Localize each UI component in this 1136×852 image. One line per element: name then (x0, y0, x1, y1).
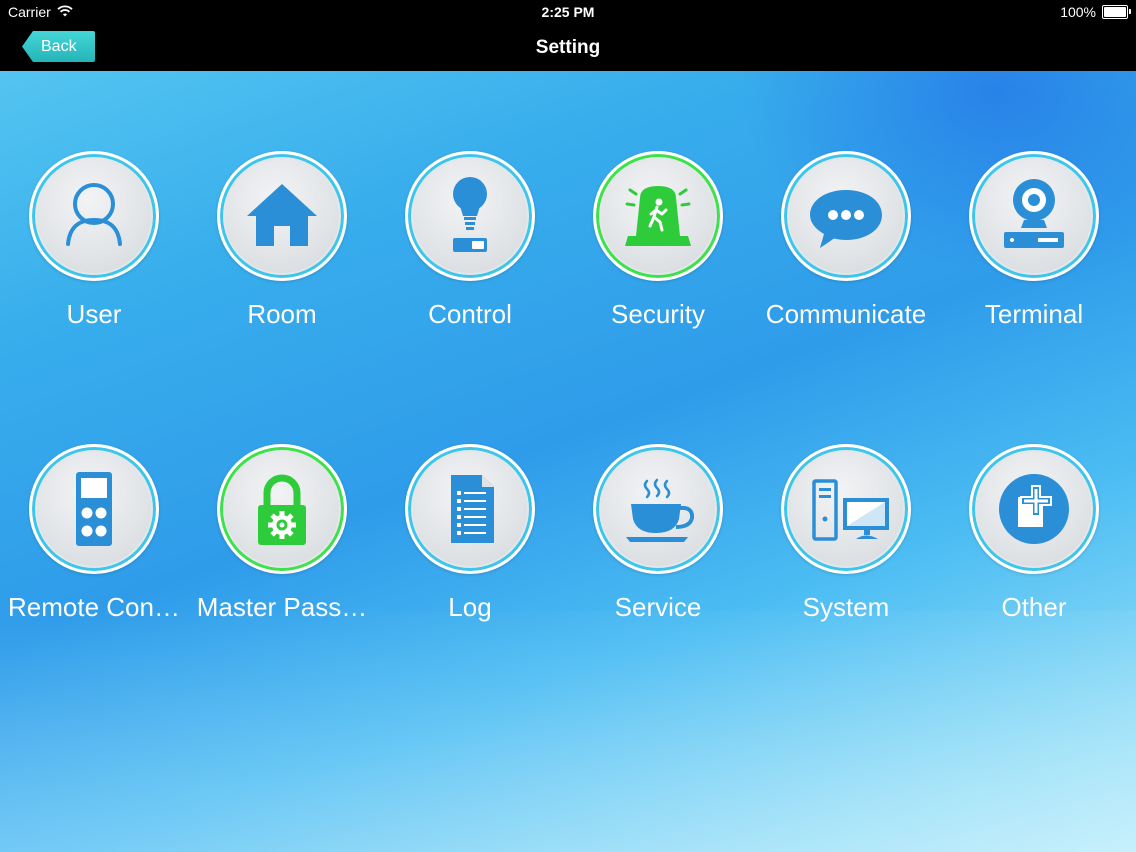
tile-control-label: Control (428, 299, 512, 329)
tile-system-label: System (802, 592, 890, 622)
tile-master-password-circle (217, 444, 347, 574)
tile-other-label: Other (1001, 592, 1067, 622)
tile-room[interactable]: Room (188, 151, 376, 351)
tile-service[interactable]: Service (564, 444, 752, 644)
status-time: 2:25 PM (541, 4, 595, 20)
tile-service-label: Service (614, 592, 702, 622)
tile-user-circle (29, 151, 159, 281)
tile-terminal-circle (969, 151, 1099, 281)
tile-room-circle (217, 151, 347, 281)
document-list-icon (451, 475, 494, 543)
tile-master-password[interactable]: Master Pass… (188, 444, 376, 644)
tile-remote-control[interactable]: Remote Con… (0, 444, 188, 644)
coffee-cup-icon (626, 478, 695, 542)
alarm-siren-icon (625, 186, 691, 246)
remote-control-icon (76, 472, 112, 546)
navigation-bar: Back Setting (0, 24, 1136, 71)
tile-communicate-circle (781, 151, 911, 281)
tile-service-circle (593, 444, 723, 574)
tile-security[interactable]: Security (564, 151, 752, 351)
tile-system[interactable]: System (752, 444, 940, 644)
tile-master-password-label: Master Pass… (196, 592, 368, 622)
tile-log-circle (405, 444, 535, 574)
tile-log[interactable]: Log (376, 444, 564, 644)
tile-security-circle (593, 151, 723, 281)
tile-terminal-label: Terminal (984, 299, 1084, 329)
tile-security-label: Security (611, 299, 705, 329)
tile-user[interactable]: User (0, 151, 188, 351)
tile-communicate[interactable]: Communicate (752, 151, 940, 351)
tile-log-label: Log (448, 592, 492, 622)
settings-grid: User Room Control Security Communicate T… (0, 71, 1136, 852)
camera-dvr-icon (1004, 179, 1064, 248)
app-window: Carrier 2:25 PM 100% Back Setting User R… (0, 0, 1136, 852)
battery-icon (1102, 5, 1131, 19)
user-icon (66, 183, 122, 246)
battery-percent: 100% (1060, 4, 1096, 20)
tile-remote-control-circle (29, 444, 159, 574)
house-icon (247, 184, 317, 246)
tile-communicate-label: Communicate (765, 299, 927, 329)
tile-terminal[interactable]: Terminal (940, 151, 1128, 351)
status-right: 100% (1060, 4, 1131, 20)
chat-bubble-icon (810, 190, 882, 248)
desktop-computer-icon (812, 479, 889, 541)
tile-user-label: User (66, 299, 122, 329)
plus-card-icon (999, 474, 1069, 544)
tile-other-circle (969, 444, 1099, 574)
tile-room-label: Room (247, 299, 317, 329)
lightbulb-switch-icon (453, 177, 487, 252)
tile-system-circle (781, 444, 911, 574)
page-title: Setting (535, 37, 601, 58)
padlock-gear-icon (258, 474, 306, 545)
status-bar: Carrier 2:25 PM 100% (0, 0, 1136, 24)
tile-remote-control-label: Remote Con… (8, 592, 180, 622)
tile-control[interactable]: Control (376, 151, 564, 351)
tile-other[interactable]: Other (940, 444, 1128, 644)
battery-fill (1104, 7, 1126, 17)
tile-control-circle (405, 151, 535, 281)
